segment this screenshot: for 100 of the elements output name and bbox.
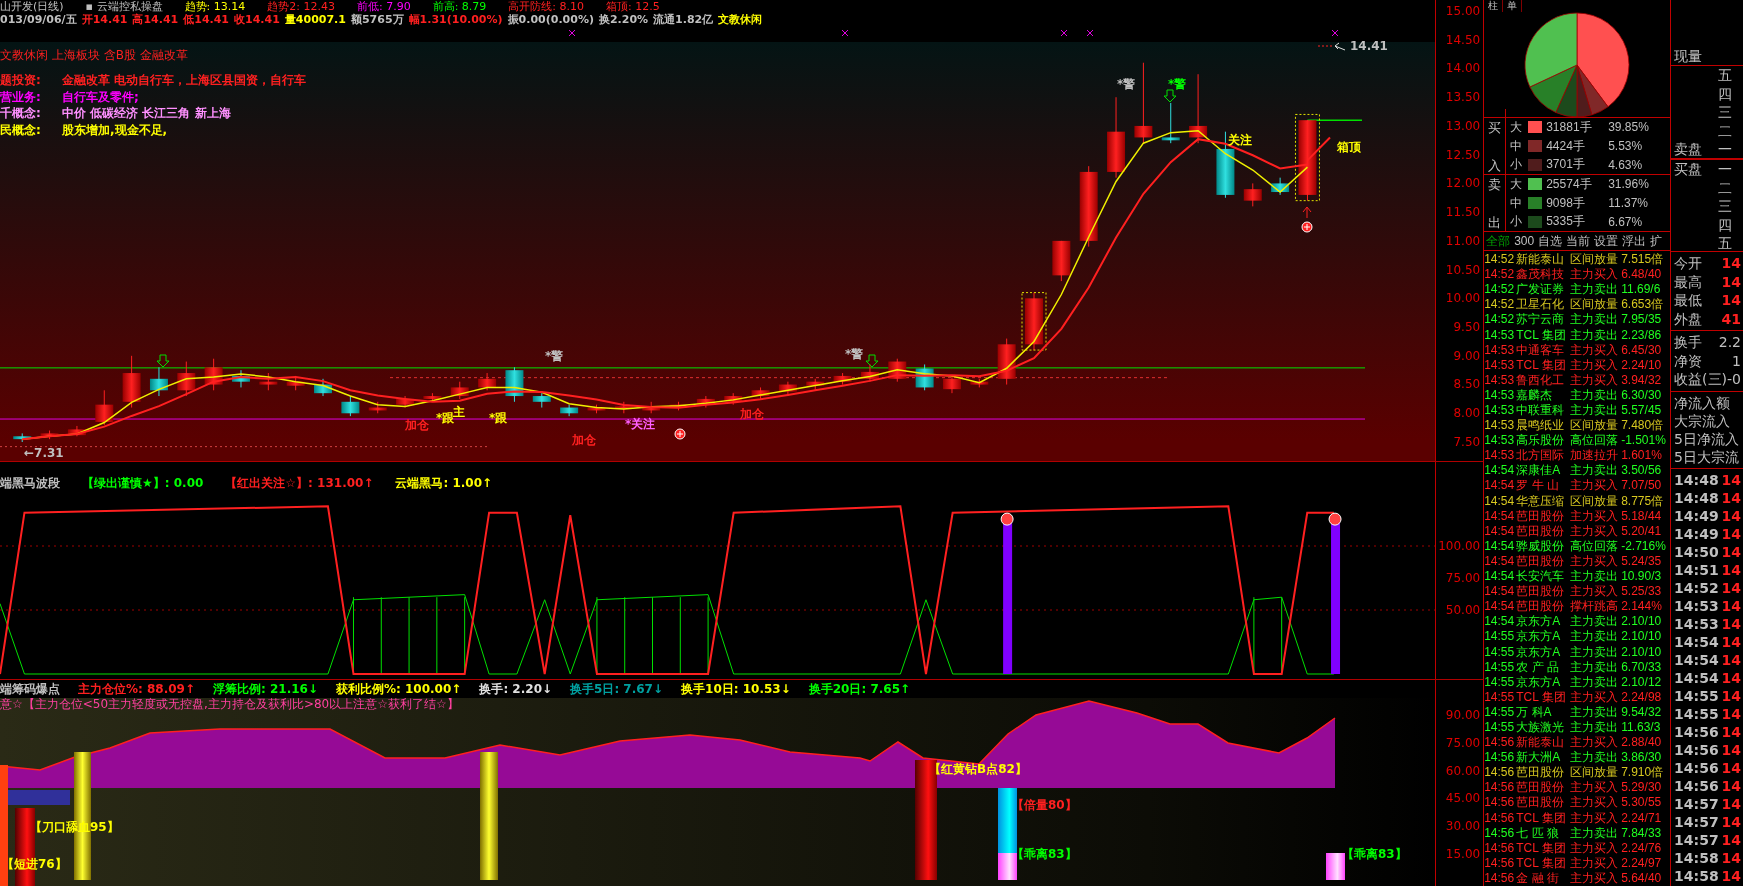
alert-event: 主力卖出 (1570, 387, 1620, 403)
stock-name[interactable]: 中联重科 (1516, 403, 1569, 419)
stock-name[interactable]: 骅威股份 (1516, 538, 1569, 554)
trade-price: 14 (1721, 596, 1741, 615)
trade-time: 14:48 (1674, 488, 1719, 507)
stock-name[interactable]: 京东方A (1516, 629, 1569, 645)
trade-time: 14:54 (1674, 650, 1719, 669)
stock-name[interactable]: 芭田股份 (1516, 523, 1569, 539)
info-value: 中价 低碳经济 长江三角 新上海 (62, 105, 232, 122)
axis-label: 90.00 (1445, 708, 1481, 722)
cross-marker-icon (1060, 29, 1068, 37)
stock-name[interactable]: TCL 集团 (1516, 810, 1569, 826)
stock-name[interactable]: 农 产 品 (1516, 659, 1569, 675)
axis-label: 8.50 (1453, 377, 1481, 392)
stock-name[interactable]: 七 匹 狼 (1516, 825, 1569, 841)
alert-event: 主力卖出 (1570, 312, 1620, 328)
stock-name[interactable]: 卫星石化 (1516, 297, 1569, 313)
stock-name[interactable]: 芭田股份 (1516, 780, 1569, 796)
stock-name[interactable]: 芭田股份 (1516, 599, 1569, 615)
trade-time: 14:56 (1674, 758, 1719, 777)
stock-name[interactable]: TCL 集团 (1516, 327, 1569, 343)
stock-name[interactable]: 晨鸣纸业 (1516, 418, 1569, 434)
filter-tab[interactable]: 300 (1514, 234, 1535, 249)
filter-tab[interactable]: 扩 (1650, 232, 1663, 250)
stock-name[interactable]: 罗 牛 山 (1516, 478, 1569, 494)
trade-time: 14:53 (1674, 614, 1719, 633)
stock-name[interactable]: TCL 集团 (1516, 855, 1569, 871)
stock-name[interactable]: 京东方A (1516, 614, 1569, 630)
trade-price: 14 (1721, 470, 1741, 489)
filter-tab[interactable]: 全部 (1486, 232, 1511, 250)
flow-label: 净流入额 (1673, 393, 1732, 412)
alert-event: 主力卖出 (1570, 629, 1620, 645)
alert-time: 14:53 (1484, 418, 1515, 434)
trade-price: 14 (1721, 776, 1741, 795)
trade-price: 14 (1721, 650, 1741, 669)
alert-time: 14:53 (1484, 357, 1515, 373)
volume-value: 3701手 (1546, 156, 1586, 174)
filter-tab[interactable]: 当前 (1566, 232, 1591, 250)
stock-name[interactable]: 芭田股份 (1516, 795, 1569, 811)
axis-label: 9.00 (1453, 348, 1481, 363)
alert-event: 主力买入 (1570, 810, 1620, 826)
stock-name[interactable]: 芭田股份 (1516, 584, 1569, 600)
trade-time: 14:56 (1674, 722, 1719, 741)
info-value: 金融改革 电动自行车，上海区县国资，自行车 (62, 72, 307, 89)
view-tab[interactable]: 单 (1503, 0, 1523, 12)
quote-field: 013/09/06/五 (0, 13, 77, 29)
stat-label: 今开 (1674, 254, 1703, 273)
alert-event: 主力卖出 (1570, 750, 1620, 766)
stock-name[interactable]: 深康佳A (1516, 463, 1569, 479)
alert-time: 14:56 (1484, 795, 1515, 811)
stock-name[interactable]: 长安汽车 (1516, 569, 1569, 585)
stock-name[interactable]: 京东方A (1516, 674, 1569, 690)
alert-value: 6.70/33 (1621, 659, 1663, 675)
alert-time: 14:53 (1484, 403, 1515, 419)
level-label: 一 (1718, 160, 1732, 179)
quote-field: 额5765万 (350, 13, 404, 29)
stock-name[interactable]: 苏宁云商 (1516, 312, 1569, 328)
trade-price: 14 (1721, 740, 1741, 759)
axis-label: 75.00 (1445, 735, 1481, 750)
stock-name[interactable]: 广发证券 (1516, 282, 1569, 298)
stock-name[interactable]: 北方国际 (1516, 448, 1569, 464)
stock-name[interactable]: 鲁西化工 (1516, 372, 1569, 388)
view-tab[interactable]: 柱 (1484, 0, 1504, 12)
stock-name[interactable]: 万 科A (1516, 704, 1569, 720)
alert-time: 14:54 (1484, 599, 1515, 615)
chart-label: *警 (845, 348, 864, 361)
stock-name[interactable]: 金 融 街 (1516, 870, 1569, 886)
stock-name[interactable]: TCL 集团 (1516, 840, 1569, 856)
stock-name[interactable]: 新大洲A (1516, 750, 1569, 766)
filter-tab[interactable]: 浮出 (1622, 232, 1647, 250)
stock-name[interactable]: 芭田股份 (1516, 553, 1569, 570)
stock-name[interactable]: TCL 集团 (1516, 689, 1569, 705)
stock-name[interactable]: 鑫茂科技 (1516, 267, 1569, 283)
chart-label: 加仓 (405, 419, 429, 432)
stock-name[interactable]: 新能泰山 (1516, 735, 1569, 751)
stock-name[interactable]: 中通客车 (1516, 342, 1569, 358)
stock-name[interactable]: 高乐股份 (1516, 433, 1569, 449)
stock-name[interactable]: 嘉麟杰 (1516, 387, 1569, 403)
filter-tab[interactable]: 设置 (1594, 232, 1619, 250)
stock-name[interactable]: 芭田股份 (1516, 508, 1569, 524)
alert-value: 5.30/55 (1621, 795, 1663, 811)
axis-label: 10.50 (1445, 262, 1481, 277)
alert-value: 2.88/40 (1621, 735, 1663, 751)
alert-value: 5.18/44 (1621, 508, 1663, 524)
stock-name[interactable]: 芭田股份 (1516, 765, 1569, 781)
trade-price: 14 (1721, 812, 1741, 831)
axis-label: 15.00 (1445, 4, 1481, 18)
stat-value: 41 (1721, 309, 1741, 328)
stock-name[interactable]: 大族激光 (1516, 719, 1569, 736)
stock-name[interactable]: TCL 集团 (1516, 357, 1569, 373)
stock-name[interactable]: 京东方A (1516, 644, 1569, 660)
alert-event: 主力买入 (1570, 523, 1620, 539)
axis-label: 15.00 (1445, 847, 1481, 861)
alert-event: 主力卖出 (1570, 644, 1620, 660)
alert-event: 高位回落 (1570, 433, 1620, 449)
filter-tab[interactable]: 自选 (1538, 232, 1563, 250)
stock-name[interactable]: 新能泰山 (1516, 252, 1569, 268)
stock-name[interactable]: 华意压缩 (1516, 493, 1569, 509)
chart-label: *警 (545, 350, 564, 363)
dashed-box (1021, 292, 1047, 351)
